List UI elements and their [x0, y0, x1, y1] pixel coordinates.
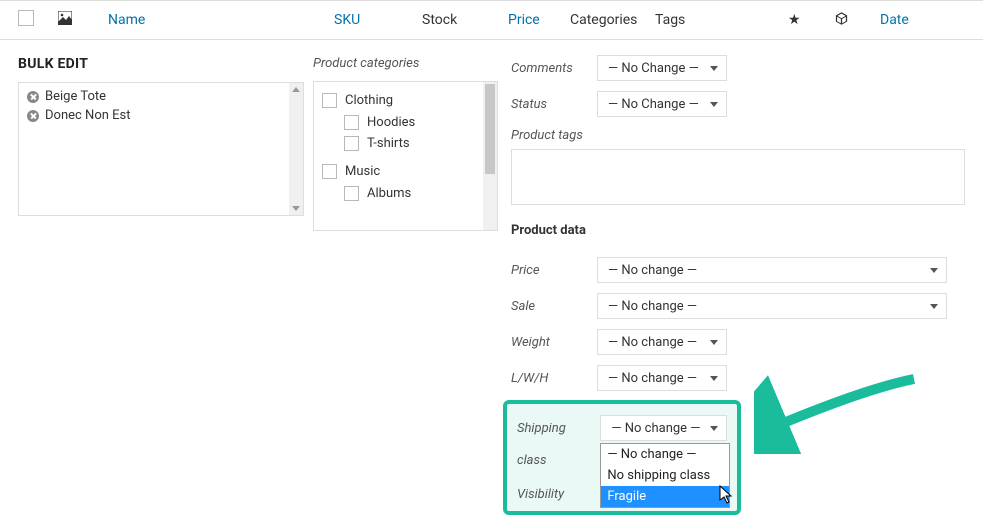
select-value: — No change —	[608, 335, 697, 350]
category-label: Music	[345, 164, 380, 179]
chevron-down-icon	[710, 102, 718, 107]
lwh-select[interactable]: — No change —	[597, 365, 727, 391]
image-column-icon[interactable]	[58, 11, 108, 29]
list-scrollbar[interactable]	[289, 83, 303, 215]
weight-label: Weight	[511, 335, 597, 350]
categories-box: Clothing Hoodies T-shirts Music Albums	[313, 81, 498, 231]
category-checkbox[interactable]: T-shirts	[344, 136, 491, 151]
list-item: Beige Tote	[25, 87, 297, 106]
shipping-class-highlight: Shipping — No change — — No change — No …	[503, 400, 741, 515]
scroll-up-icon[interactable]	[292, 87, 300, 92]
sale-select[interactable]: — No change —	[597, 293, 947, 319]
product-data-label: Product data	[511, 205, 965, 252]
col-date[interactable]: Date	[880, 12, 932, 28]
comments-select[interactable]: — No Change —	[597, 55, 727, 81]
category-checkbox[interactable]: Clothing	[322, 93, 491, 108]
select-value: — No change —	[608, 299, 697, 314]
lwh-label: L/W/H	[511, 371, 597, 386]
dropdown-option-selected[interactable]: Fragile	[601, 486, 729, 507]
col-name[interactable]: Name	[108, 12, 334, 28]
col-tags: Tags	[655, 12, 788, 28]
list-item: Donec Non Est	[25, 106, 297, 125]
shipping-class-select[interactable]: — No change — — No change — No shipping …	[600, 415, 727, 441]
select-value: — No change —	[608, 371, 697, 386]
chevron-down-icon	[930, 304, 938, 309]
chevron-down-icon	[930, 268, 938, 273]
chevron-down-icon	[710, 66, 718, 71]
product-tags-input[interactable]	[511, 149, 965, 205]
list-item-label: Donec Non Est	[45, 108, 131, 123]
col-categories: Categories	[570, 12, 655, 28]
bulk-edit-title: BULK EDIT	[18, 50, 313, 82]
list-item-label: Beige Tote	[45, 89, 106, 104]
product-type-column-icon[interactable]	[834, 11, 880, 30]
remove-item-icon[interactable]	[27, 110, 39, 122]
col-sku[interactable]: SKU	[334, 12, 422, 28]
scroll-down-icon[interactable]	[292, 206, 300, 211]
category-checkbox[interactable]: Music	[322, 164, 491, 179]
status-label: Status	[511, 97, 597, 112]
category-label: Albums	[367, 186, 411, 201]
price-label: Price	[511, 263, 597, 278]
category-checkbox[interactable]: Albums	[344, 186, 491, 201]
featured-column-icon[interactable]: ★	[788, 12, 834, 28]
select-value: — No change —	[611, 421, 700, 436]
select-value: — No Change —	[608, 97, 699, 112]
comments-label: Comments	[511, 61, 597, 76]
scroll-thumb[interactable]	[485, 84, 495, 174]
select-all-checkbox[interactable]	[18, 10, 34, 26]
chevron-down-icon	[710, 426, 718, 431]
visibility-label: Visibility	[517, 487, 603, 502]
category-label: T-shirts	[367, 136, 410, 151]
table-header-row: Name SKU Stock Price Categories Tags ★ D…	[0, 0, 983, 40]
dropdown-option[interactable]: No shipping class	[601, 465, 729, 486]
select-value: — No change —	[608, 263, 697, 278]
dropdown-option[interactable]: — No change —	[601, 444, 729, 465]
categories-title: Product categories	[313, 50, 511, 81]
sale-label: Sale	[511, 299, 597, 314]
category-label: Hoodies	[367, 115, 415, 130]
shipping-class-label-line2: class	[517, 453, 603, 468]
shipping-class-dropdown: — No change — No shipping class Fragile	[600, 443, 730, 508]
product-tags-label: Product tags	[511, 122, 965, 149]
chevron-down-icon	[710, 376, 718, 381]
weight-select[interactable]: — No change —	[597, 329, 727, 355]
bulk-edit-items: Beige Tote Donec Non Est	[18, 82, 304, 216]
price-select[interactable]: — No change —	[597, 257, 947, 283]
category-label: Clothing	[345, 93, 393, 108]
categories-scrollbar[interactable]	[483, 82, 497, 230]
status-select[interactable]: — No Change —	[597, 91, 727, 117]
chevron-down-icon	[710, 340, 718, 345]
shipping-class-label: Shipping	[517, 421, 600, 436]
col-price[interactable]: Price	[508, 12, 570, 28]
col-stock: Stock	[422, 12, 508, 28]
category-checkbox[interactable]: Hoodies	[344, 115, 491, 130]
select-value: — No Change —	[608, 61, 699, 76]
remove-item-icon[interactable]	[27, 91, 39, 103]
